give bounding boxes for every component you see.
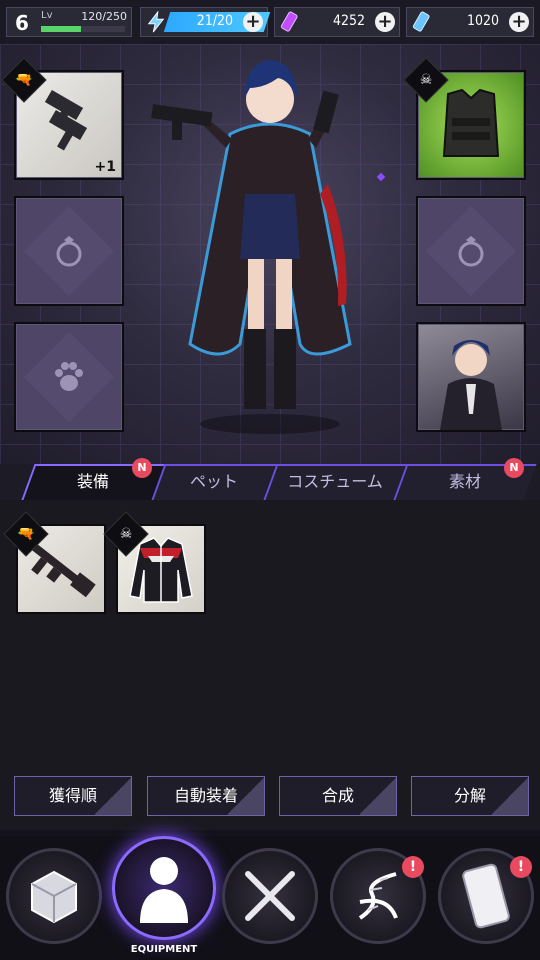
cube-icon <box>31 870 77 924</box>
pistol-icon: 🔫 <box>17 526 35 542</box>
weapon-slot[interactable]: +1 🔫 <box>1 57 124 180</box>
new-badge: N <box>132 458 152 478</box>
costume-portrait <box>440 340 502 430</box>
tab-materials-label: 素材 <box>448 472 481 491</box>
ticket-icon <box>412 11 430 32</box>
top-status-bar: 6 Lv 120/250 21/20 + 4252 + 1020 + <box>0 0 540 44</box>
pet-slot[interactable] <box>14 322 124 432</box>
exp-bar-fill <box>41 26 82 32</box>
inventory-item-jacket[interactable]: ☠ <box>103 511 206 614</box>
smartphone-icon <box>462 863 510 929</box>
nav-gacha-button[interactable] <box>6 848 102 944</box>
person-icon <box>140 857 188 923</box>
energy-counter[interactable]: 21/20 + <box>140 7 271 37</box>
nav-equipment-button[interactable] <box>112 836 216 940</box>
ring-slot-right[interactable] <box>416 196 526 306</box>
tab-pet[interactable]: ペット <box>151 464 277 500</box>
level-label: Lv <box>41 10 53 21</box>
nav-battle-button[interactable] <box>222 848 318 944</box>
new-badge: N <box>504 458 524 478</box>
lightning-icon <box>147 11 165 33</box>
crossed-swords-icon <box>245 871 295 921</box>
ring-icon <box>458 236 484 267</box>
ring-icon <box>56 236 82 267</box>
add-energy-button[interactable]: + <box>243 12 263 32</box>
energy-value: 21/20 <box>196 13 233 29</box>
ticket-value: 1020 <box>466 13 499 29</box>
costume-slot[interactable] <box>416 322 526 432</box>
tab-pet-label: ペット <box>189 472 238 491</box>
gem-counter[interactable]: 4252 + <box>274 7 400 37</box>
gem-value: 4252 <box>332 13 365 29</box>
nav-equipment-label: EQUIPMENT <box>130 944 198 955</box>
inventory-panel: 🔫 ☠ 獲得順 自動装着 合成 分解 <box>0 500 540 830</box>
armor-slot[interactable]: ☠ <box>403 57 526 180</box>
alert-badge: ! <box>402 856 424 878</box>
character-model <box>151 60 352 434</box>
exp-text: 120/250 <box>81 10 127 23</box>
tab-equipment-label: 装備 <box>76 472 109 491</box>
gasmask-icon: ☠ <box>419 72 433 88</box>
sort-button[interactable]: 獲得順 <box>14 776 132 816</box>
alert-badge: ! <box>510 856 532 878</box>
auto-equip-button[interactable]: 自動装着 <box>147 776 265 816</box>
pistol-icon: 🔫 <box>15 72 33 88</box>
dna-icon <box>358 872 398 920</box>
tab-costume[interactable]: コスチューム <box>263 464 407 500</box>
tab-materials[interactable]: 素材 N <box>393 458 537 500</box>
level-number: 6 <box>15 11 29 35</box>
inventory-item-rifle[interactable]: 🔫 <box>3 511 106 614</box>
paw-icon <box>55 362 83 391</box>
exp-bar <box>41 26 125 32</box>
add-gems-button[interactable]: + <box>375 12 395 32</box>
tab-costume-label: コスチューム <box>287 472 383 491</box>
ring-slot-left[interactable] <box>14 196 124 306</box>
ticket-counter[interactable]: 1020 + <box>406 7 534 37</box>
synthesize-button[interactable]: 合成 <box>279 776 397 816</box>
gasmask-icon: ☠ <box>119 526 133 542</box>
add-tickets-button[interactable]: + <box>509 12 529 32</box>
enhance-level: +1 <box>94 159 116 175</box>
disassemble-button[interactable]: 分解 <box>411 776 529 816</box>
tab-equipment[interactable]: 装備 N <box>21 458 165 500</box>
equipment-tab-bar: 装備 N ペット コスチューム 素材 N <box>0 458 540 500</box>
gem-icon <box>280 11 298 32</box>
character-stage: +1 🔫 ☠ <box>0 44 540 464</box>
bottom-navigation: EQUIPMENT ! ! <box>0 836 540 960</box>
level-panel[interactable]: 6 Lv 120/250 <box>6 7 132 37</box>
